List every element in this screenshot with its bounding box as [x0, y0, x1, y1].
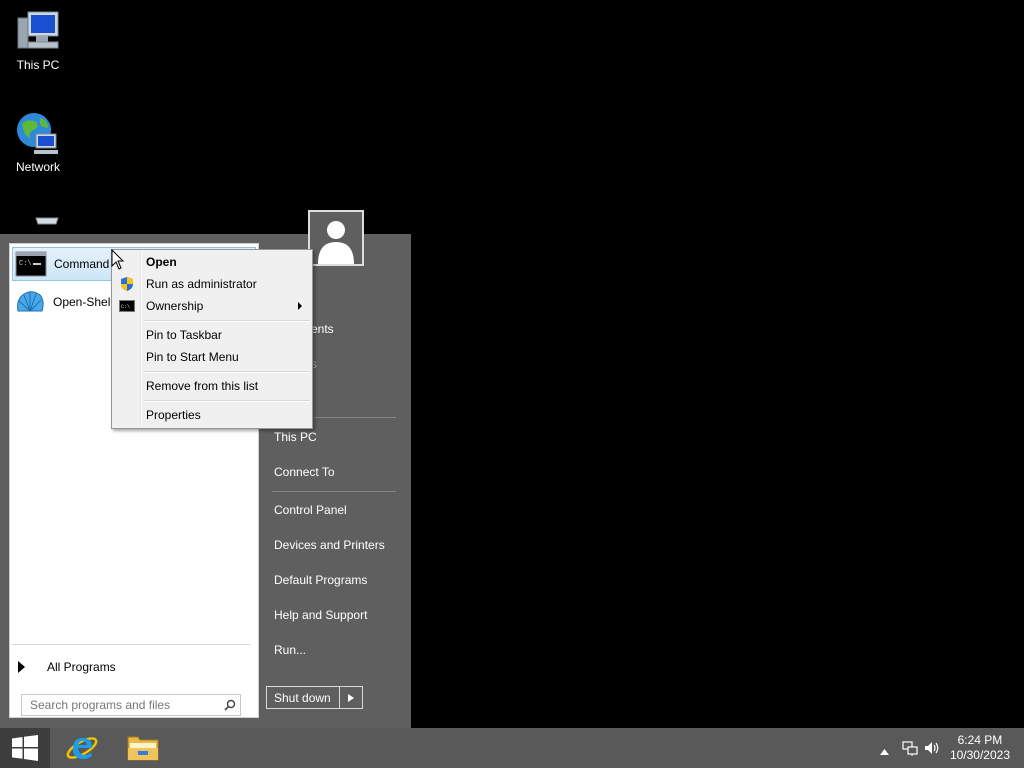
menu-item-pin-start[interactable]: Pin to Start Menu	[114, 347, 310, 367]
right-item-devices-printers[interactable]: Devices and Printers	[274, 538, 385, 552]
system-tray: 6:24 PM 10/30/2023	[864, 728, 1024, 768]
taskbar: 6:24 PM 10/30/2023	[0, 728, 1024, 768]
menu-item-open[interactable]: Open	[114, 252, 310, 272]
menu-item-label: Properties	[146, 408, 201, 422]
menu-item-pin-taskbar[interactable]: Pin to Taskbar	[114, 325, 310, 345]
clock-date: 10/30/2023	[949, 748, 1010, 762]
command-prompt-icon: C:\	[15, 251, 47, 277]
menu-separator	[144, 400, 310, 402]
network-globe-icon	[14, 110, 62, 158]
divider	[12, 644, 250, 645]
shutdown-label[interactable]: Shut down	[267, 687, 339, 708]
triangle-right-icon	[348, 693, 354, 702]
right-item-help-support[interactable]: Help and Support	[274, 608, 367, 622]
right-item-control-panel[interactable]: Control Panel	[274, 503, 347, 517]
menu-item-label: Run as administrator	[146, 277, 257, 291]
program-item-label: Command	[54, 257, 110, 271]
clock[interactable]: 6:24 PM 10/30/2023	[950, 733, 1010, 763]
menu-item-label: Remove from this list	[146, 379, 259, 393]
command-prompt-icon: C:\	[114, 296, 140, 316]
menu-item-label: Pin to Start Menu	[146, 350, 239, 364]
menu-item-label: Ownership	[146, 299, 204, 313]
menu-item-label: Open	[146, 255, 177, 269]
shutdown-button[interactable]: Shut down	[266, 686, 363, 709]
desktop-icon-this-pc[interactable]: This PC	[0, 8, 76, 72]
windows-logo-icon	[12, 735, 38, 761]
mouse-cursor-icon	[111, 249, 125, 270]
open-shell-icon	[14, 289, 46, 315]
network-wired-icon[interactable]	[902, 740, 918, 759]
search-box[interactable]	[21, 694, 241, 716]
internet-explorer-icon	[66, 737, 98, 759]
menu-separator	[144, 371, 310, 373]
menu-item-run-as-admin[interactable]: Run as administrator	[114, 274, 310, 294]
taskbar-file-explorer[interactable]	[113, 728, 173, 768]
taskbar-internet-explorer[interactable]	[52, 728, 112, 768]
volume-icon[interactable]	[924, 740, 940, 759]
menu-separator	[144, 320, 310, 322]
submenu-arrow-icon	[298, 302, 302, 310]
uac-shield-icon	[114, 274, 140, 294]
all-programs-label: All Programs	[47, 660, 116, 674]
svg-text:C:\: C:\	[121, 304, 130, 310]
svg-text:C:\: C:\	[19, 260, 32, 268]
desktop-icon-network[interactable]: Network	[0, 110, 76, 174]
menu-item-label: Pin to Taskbar	[146, 328, 222, 342]
right-item-default-programs[interactable]: Default Programs	[274, 573, 367, 587]
triangle-right-icon	[18, 661, 25, 673]
menu-item-properties[interactable]: Properties	[114, 405, 310, 425]
search-input[interactable]	[22, 697, 220, 713]
clock-time: 6:24 PM	[957, 733, 1003, 747]
right-item-run[interactable]: Run...	[274, 643, 306, 657]
user-silhouette-icon	[310, 212, 362, 264]
right-item-this-pc[interactable]: This PC	[274, 430, 317, 444]
desktop-icon-label: This PC	[16, 58, 60, 72]
search-icon[interactable]	[220, 695, 240, 715]
menu-item-ownership[interactable]: C:\ Ownership	[114, 296, 310, 316]
desktop-icon-label: Network	[15, 160, 60, 174]
right-item-documents[interactable]: ents	[311, 322, 334, 336]
shutdown-options-button[interactable]	[339, 687, 362, 708]
file-explorer-icon	[127, 736, 159, 761]
all-programs-button[interactable]: All Programs	[18, 657, 116, 677]
context-menu: Open Run as administrator C:\ Ownership …	[111, 249, 313, 429]
start-button[interactable]	[0, 728, 50, 768]
user-avatar[interactable]	[308, 210, 364, 266]
divider	[272, 491, 396, 492]
right-item-connect-to[interactable]: Connect To	[274, 465, 335, 479]
chevron-up-icon[interactable]	[880, 744, 889, 758]
menu-item-remove[interactable]: Remove from this list	[114, 376, 310, 396]
computer-icon	[14, 8, 62, 56]
program-item-label: Open-Shell	[53, 295, 114, 309]
